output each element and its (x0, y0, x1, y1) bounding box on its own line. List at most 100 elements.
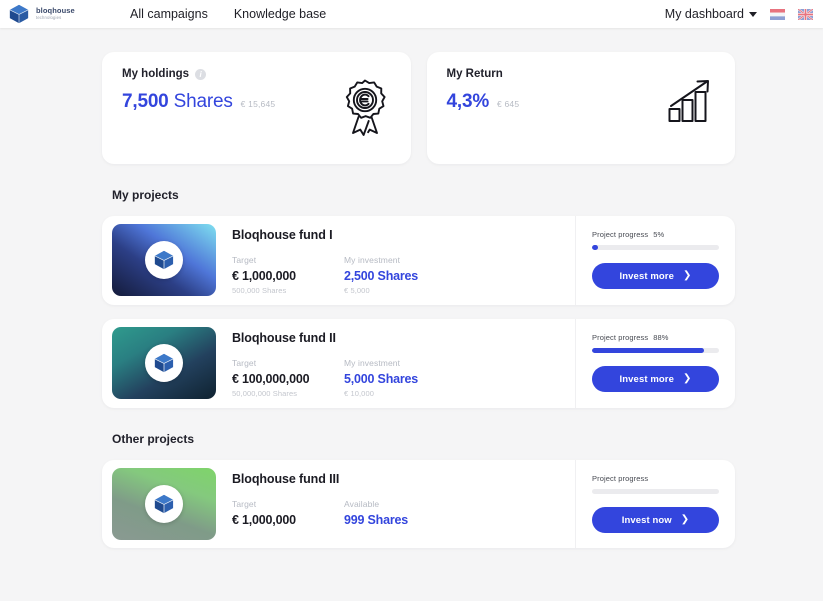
investment-amount: € 5,000 (344, 286, 484, 295)
my-holdings-unit: Shares (174, 91, 233, 112)
target-value: € 1,000,000 (232, 269, 344, 283)
cube-logo-icon (8, 4, 30, 24)
my-dashboard-label: My dashboard (665, 7, 744, 21)
project-investment-col: My investment 2,500 Shares € 5,000 (344, 255, 484, 295)
project-thumbnail (112, 224, 216, 296)
brand-name: bloqhouse (36, 7, 75, 15)
section-title-my-projects: My projects (0, 188, 823, 202)
my-return-euro: € 645 (497, 99, 519, 109)
chevron-right-icon: ❯ (681, 515, 689, 525)
my-holdings-amount: 7,500 (122, 91, 169, 112)
investment-label: My investment (344, 358, 484, 368)
project-target-col: Target € 1,000,000 500,000 Shares (232, 255, 344, 295)
card-my-return: My Return 4,3% € 645 (427, 52, 736, 164)
project-stats: Target € 100,000,000 50,000,000 Shares M… (232, 358, 565, 398)
target-shares: 500,000 Shares (232, 286, 344, 295)
project-progress-panel: Project progress Invest now ❯ (575, 460, 735, 548)
invest-more-button[interactable]: Invest more ❯ (592, 366, 719, 392)
progress-percent: 88% (653, 333, 668, 342)
invest-now-button[interactable]: Invest now ❯ (592, 507, 719, 533)
target-value: € 100,000,000 (232, 372, 344, 386)
chevron-right-icon: ❯ (683, 374, 691, 384)
project-progress-panel: Project progress 5% Invest more ❯ (575, 216, 735, 305)
my-holdings-euro: € 15,645 (241, 99, 276, 109)
investment-value: 2,500 Shares (344, 269, 484, 283)
progress-bar-fill (592, 245, 598, 250)
project-investment-col: My investment 5,000 Shares € 10,000 (344, 358, 484, 398)
project-logo-badge (145, 344, 183, 382)
available-value: 999 Shares (344, 513, 484, 527)
project-available-col: Available 999 Shares (344, 499, 484, 527)
project-thumbnail (112, 327, 216, 399)
my-holdings-label: My holdings (122, 68, 189, 80)
project-target-col: Target € 1,000,000 (232, 499, 344, 527)
award-ribbon-euro-icon (341, 78, 389, 141)
growth-chart-icon (667, 78, 713, 129)
progress-bar (592, 348, 719, 353)
my-holdings-value: 7,500 Shares (122, 91, 233, 113)
other-projects-list: Bloqhouse fund III Target € 1,000,000 Av… (0, 460, 823, 548)
project-card[interactable]: Bloqhouse fund II Target € 100,000,000 5… (102, 319, 735, 408)
investment-amount: € 10,000 (344, 389, 484, 398)
progress-label: Project progress (592, 474, 719, 483)
progress-text: Project progress (592, 333, 648, 342)
chevron-down-icon (749, 12, 757, 17)
header-right: My dashboard (665, 7, 813, 21)
target-label: Target (232, 499, 344, 509)
project-body: Bloqhouse fund III Target € 1,000,000 Av… (216, 460, 575, 548)
invest-button-label: Invest now (622, 515, 672, 526)
my-return-label: My Return (447, 68, 503, 80)
project-progress-panel: Project progress 88% Invest more ❯ (575, 319, 735, 408)
nav-knowledge-base[interactable]: Knowledge base (234, 7, 326, 21)
project-body: Bloqhouse fund I Target € 1,000,000 500,… (216, 216, 575, 305)
progress-text: Project progress (592, 474, 648, 483)
brand-subtitle: technologies (36, 16, 75, 20)
brand-logo[interactable]: bloqhouse technologies (8, 4, 108, 24)
chevron-right-icon: ❯ (683, 271, 691, 281)
summary-cards: My holdings i 7,500 Shares € 15,645 (0, 28, 823, 164)
available-label: Available (344, 499, 484, 509)
progress-label: Project progress 88% (592, 333, 719, 342)
cube-logo-icon (153, 250, 175, 270)
project-target-col: Target € 100,000,000 50,000,000 Shares (232, 358, 344, 398)
progress-bar-fill (592, 348, 704, 353)
project-body: Bloqhouse fund II Target € 100,000,000 5… (216, 319, 575, 408)
progress-label: Project progress 5% (592, 230, 719, 239)
invest-more-button[interactable]: Invest more ❯ (592, 263, 719, 289)
project-stats: Target € 1,000,000 Available 999 Shares (232, 499, 565, 527)
progress-text: Project progress (592, 230, 648, 239)
cube-logo-icon (153, 494, 175, 514)
project-card[interactable]: Bloqhouse fund III Target € 1,000,000 Av… (102, 460, 735, 548)
progress-percent: 5% (653, 230, 664, 239)
info-icon[interactable]: i (195, 69, 206, 80)
project-logo-badge (145, 241, 183, 279)
main-nav: All campaigns Knowledge base (130, 7, 326, 21)
target-value: € 1,000,000 (232, 513, 344, 527)
project-stats: Target € 1,000,000 500,000 Shares My inv… (232, 255, 565, 295)
project-title: Bloqhouse fund I (232, 228, 565, 242)
investment-value: 5,000 Shares (344, 372, 484, 386)
section-title-other-projects: Other projects (0, 432, 823, 446)
project-logo-badge (145, 485, 183, 523)
my-dashboard-menu[interactable]: My dashboard (665, 7, 757, 21)
project-title: Bloqhouse fund III (232, 472, 565, 486)
flag-nl[interactable] (770, 9, 785, 20)
app-header: bloqhouse technologies All campaigns Kno… (0, 0, 823, 28)
card-my-holdings: My holdings i 7,500 Shares € 15,645 (102, 52, 411, 164)
investment-label: My investment (344, 255, 484, 265)
cube-logo-icon (153, 353, 175, 373)
progress-bar (592, 245, 719, 250)
project-title: Bloqhouse fund II (232, 331, 565, 345)
project-card[interactable]: Bloqhouse fund I Target € 1,000,000 500,… (102, 216, 735, 305)
target-label: Target (232, 358, 344, 368)
invest-button-label: Invest more (620, 271, 674, 282)
page-content: My holdings i 7,500 Shares € 15,645 (0, 28, 823, 548)
project-thumbnail (112, 468, 216, 540)
invest-button-label: Invest more (620, 374, 674, 385)
my-return-value: 4,3% (447, 91, 490, 113)
nav-all-campaigns[interactable]: All campaigns (130, 7, 208, 21)
progress-bar (592, 489, 719, 494)
target-label: Target (232, 255, 344, 265)
flag-en[interactable] (798, 9, 813, 20)
my-projects-list: Bloqhouse fund I Target € 1,000,000 500,… (0, 216, 823, 408)
